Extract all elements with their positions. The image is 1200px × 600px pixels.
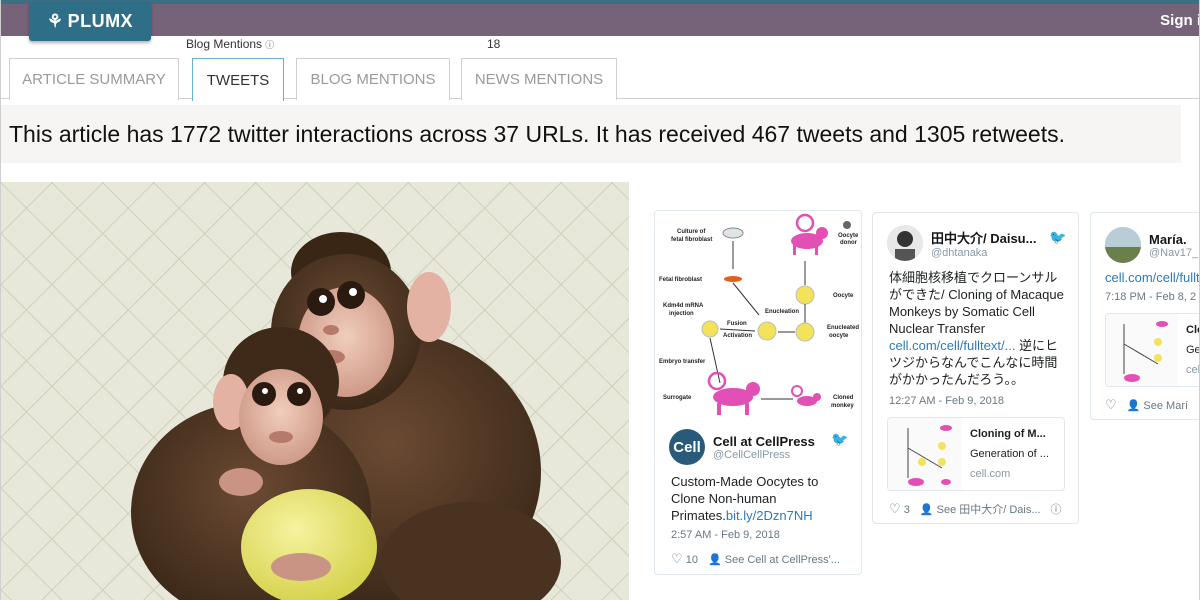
author-name[interactable]: María. <box>1149 232 1198 247</box>
tweet-author[interactable]: Cell Cell at CellPress @CellCellPress <box>669 429 815 465</box>
like-button[interactable]: ♡ <box>1105 397 1117 413</box>
tab-tweets[interactable]: TWEETS <box>192 58 284 101</box>
link-preview-card[interactable]: Clo Ge cel <box>1105 313 1200 387</box>
preview-thumbnail <box>888 418 962 490</box>
diagram-label-oocyte-donor2: donor <box>840 240 858 246</box>
diagram-label-enucleation: Enucleation <box>765 309 799 315</box>
preview-thumbnail <box>1106 314 1178 386</box>
author-name[interactable]: Cell at CellPress <box>713 434 815 449</box>
tweet-time[interactable]: 2:57 AM - Feb 9, 2018 <box>671 529 780 541</box>
sign-in-link[interactable]: Sign i <box>1160 12 1199 29</box>
diagram-label-kdm: Kdm4d mRNA <box>663 303 704 309</box>
twitter-bird-icon[interactable]: 🐦 <box>831 431 848 448</box>
tweet-time[interactable]: 12:27 AM - Feb 9, 2018 <box>889 395 1004 407</box>
twitter-bird-icon[interactable]: 🐦 <box>1049 229 1066 246</box>
see-more-link[interactable]: 👤 See Cell at CellPress'... <box>708 553 840 566</box>
tweet-author[interactable]: 田中大介/ Daisu... @dhtanaka <box>887 225 1036 261</box>
heart-icon: ♡ <box>889 501 901 516</box>
tweet-link[interactable]: cell.com/cell/fullt <box>1105 270 1199 285</box>
author-handle[interactable]: @dhtanaka <box>931 247 1036 259</box>
diagram-label-cloned: Cloned <box>833 395 854 401</box>
tweet-author[interactable]: María. @Nav17_ <box>1105 227 1198 263</box>
tab-news-mentions[interactable]: NEWS MENTIONS <box>461 58 617 100</box>
logo-text: PLUMX <box>67 11 134 31</box>
tweet-actions: ♡ 3 👤 See 田中大介/ Dais... ⓘ <box>889 501 1062 517</box>
twitter-summary: This article has 1772 twitter interactio… <box>1 105 1181 163</box>
preview-domain: cell.com <box>970 468 1011 480</box>
tab-blog-mentions[interactable]: BLOG MENTIONS <box>296 58 450 100</box>
diagram-label-kdm2: injection <box>669 311 694 317</box>
author-name[interactable]: 田中大介/ Daisu... <box>931 228 1036 247</box>
cellpress-avatar[interactable]: Cell <box>669 429 705 465</box>
link-preview-card[interactable]: Cloning of M... Generation of ... cell.c… <box>887 417 1065 491</box>
author-handle[interactable]: @CellCellPress <box>713 449 815 461</box>
tweet-card-cellpress[interactable]: Culture of fetal fibroblast Oocyte donor… <box>654 210 862 575</box>
tab-bar: ARTICLE SUMMARY TWEETS BLOG MENTIONS NEW… <box>1 57 1199 101</box>
plumx-logo[interactable]: ⚘ PLUMX <box>29 2 151 41</box>
tweet-card-dhtanaka[interactable]: 田中大介/ Daisu... @dhtanaka 🐦 体細胞核移植でクローンサル… <box>872 212 1079 524</box>
tweet-actions: ♡ 👤 See Marí <box>1105 397 1188 413</box>
author-handle[interactable]: @Nav17_ <box>1149 247 1198 259</box>
preview-description: Generation of ... <box>970 448 1049 460</box>
tweet-time[interactable]: 7:18 PM - Feb 8, 2 <box>1105 291 1196 303</box>
tweet-text: 体細胞核移植でクローンサル ができた/ Cloning of Macaque M… <box>889 270 1064 387</box>
diagram-label-surrogate: Surrogate <box>663 395 692 401</box>
diagram-label-fusion: Fusion <box>727 321 747 327</box>
diagram-label-culture2: fetal fibroblast <box>671 237 712 243</box>
like-button[interactable]: ♡ 3 <box>889 501 910 517</box>
diagram-label-enucleated2: oocyte <box>829 333 849 339</box>
nav17-avatar[interactable] <box>1105 227 1141 263</box>
person-icon: 👤 <box>919 504 934 516</box>
tab-article-summary[interactable]: ARTICLE SUMMARY <box>9 58 179 100</box>
tweet-link[interactable]: bit.ly/2Dzn7NH <box>726 508 813 523</box>
see-more-link[interactable]: 👤 See 田中大介/ Dais... <box>920 501 1041 517</box>
tweet-text: Custom-Made Oocytes to Clone Non-human P… <box>671 474 819 523</box>
metric-value: 18 <box>487 37 501 51</box>
heart-icon: ♡ <box>671 551 683 566</box>
diagram-label-culture: Culture of <box>677 229 706 235</box>
diagram-label-fibroblast: Fetal fibroblast <box>659 277 702 283</box>
metric-label: Blog Mentions ⓘ <box>186 37 275 51</box>
tweet-text: cell.com/cell/fullt <box>1105 269 1199 286</box>
diagram-label-enucleated: Enucleated <box>827 325 859 331</box>
dhtanaka-avatar[interactable] <box>887 225 923 261</box>
preview-domain: cel <box>1186 364 1200 376</box>
preview-description: Ge <box>1186 344 1200 356</box>
tweet-link[interactable]: cell.com/cell/fulltext/... <box>889 338 1015 353</box>
person-icon: 👤 <box>1126 399 1141 412</box>
tweet-actions: ♡ 10 👤 See Cell at CellPress'... <box>671 551 840 567</box>
info-icon[interactable]: ⓘ <box>265 40 274 50</box>
person-icon: 👤 <box>707 553 722 566</box>
top-bar: Sign i <box>1 0 1199 36</box>
diagram-label-oocyte: Oocyte <box>833 293 854 299</box>
see-more-link[interactable]: 👤 See Marí <box>1127 399 1188 412</box>
diagram-label-cloned2: monkey <box>831 403 854 409</box>
cloning-diagram: Culture of fetal fibroblast Oocyte donor… <box>655 211 861 419</box>
preview-title: Clo <box>1186 324 1199 336</box>
preview-title: Cloning of M... <box>970 428 1046 440</box>
diagram-label-embryo: Embryo transfer <box>659 359 706 365</box>
metric-row: Blog Mentions ⓘ 18 <box>1 37 1199 53</box>
heart-icon: ♡ <box>1105 397 1117 412</box>
page: Sign i ⚘ PLUMX Blog Mentions ⓘ 18 ARTICL… <box>0 0 1200 600</box>
like-button[interactable]: ♡ 10 <box>671 551 698 567</box>
diagram-label-activation: Activation <box>723 333 752 339</box>
diagram-label-oocyte-donor: Oocyte <box>838 233 859 239</box>
info-icon[interactable]: ⓘ <box>1051 501 1062 517</box>
tweet-card-nav17[interactable]: María. @Nav17_ cell.com/cell/fullt 7:18 … <box>1090 212 1200 420</box>
monkeys-photo <box>1 182 629 600</box>
plumx-leaf-icon: ⚘ <box>46 11 64 31</box>
